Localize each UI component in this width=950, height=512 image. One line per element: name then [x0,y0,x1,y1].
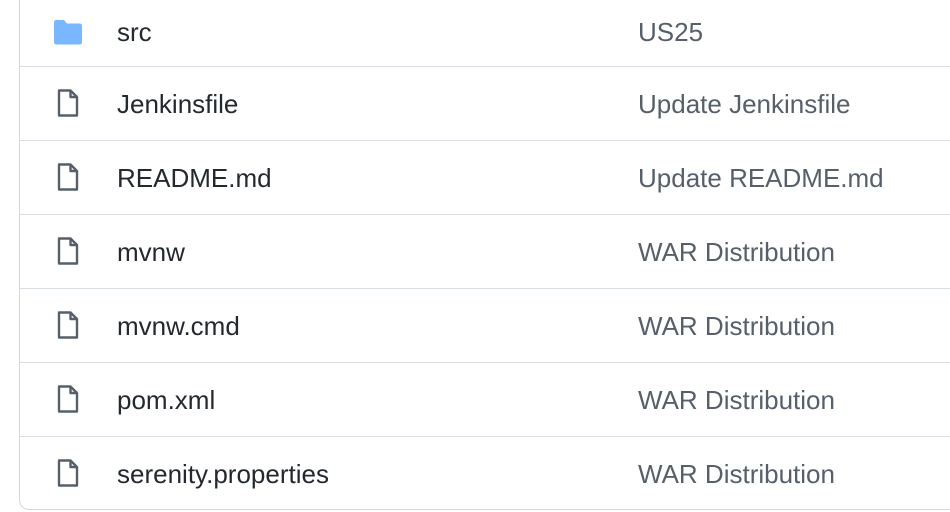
commit-message-link[interactable]: WAR Distribution [638,310,835,342]
file-name-link[interactable]: README.md [117,162,272,194]
file-icon [52,383,84,415]
commit-message-link[interactable]: WAR Distribution [638,384,835,416]
file-row-mvnw[interactable]: mvnw WAR Distribution [20,214,950,288]
file-name-link[interactable]: pom.xml [117,384,215,416]
file-icon [52,235,84,267]
commit-message-link[interactable]: Update Jenkinsfile [638,88,850,120]
commit-message-link[interactable]: WAR Distribution [638,236,835,268]
file-icon [52,457,84,489]
file-row-pom[interactable]: pom.xml WAR Distribution [20,362,950,436]
commit-message-link[interactable]: Update README.md [638,162,884,194]
file-name-link[interactable]: Jenkinsfile [117,88,238,120]
commit-message-link[interactable]: US25 [638,16,703,48]
file-row-serenity[interactable]: serenity.properties WAR Distribution [20,436,950,510]
file-name-link[interactable]: mvnw.cmd [117,310,240,342]
file-icon [52,87,84,119]
file-icon [52,309,84,341]
commit-message-link[interactable]: WAR Distribution [638,458,835,490]
file-row-readme[interactable]: README.md Update README.md [20,140,950,214]
file-row-src[interactable]: src US25 [20,0,950,66]
file-row-mvnw-cmd[interactable]: mvnw.cmd WAR Distribution [20,288,950,362]
file-row-jenkinsfile[interactable]: Jenkinsfile Update Jenkinsfile [20,66,950,140]
file-name-link[interactable]: src [117,16,152,48]
folder-icon [52,16,84,48]
file-icon [52,161,84,193]
file-list: src US25 Jenkinsfile Update Jenkinsfile … [19,0,950,510]
file-name-link[interactable]: serenity.properties [117,458,329,490]
file-name-link[interactable]: mvnw [117,236,185,268]
